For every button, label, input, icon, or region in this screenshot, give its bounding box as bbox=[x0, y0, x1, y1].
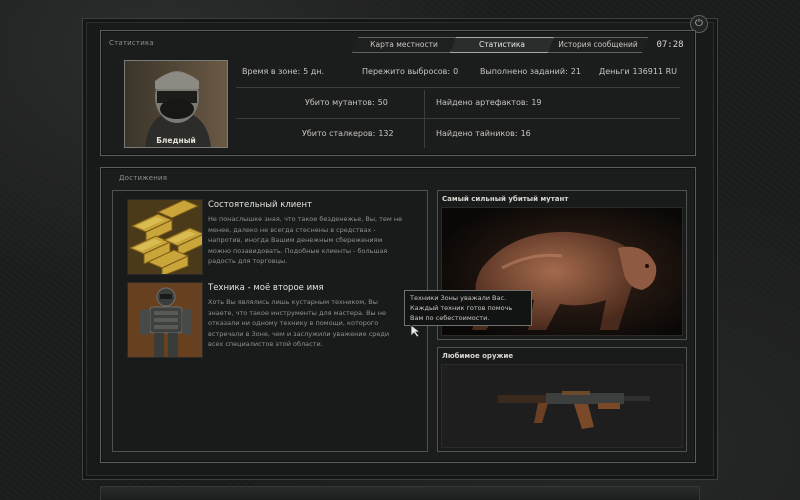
stat-tasks: Выполнено заданий: 21 bbox=[480, 67, 581, 76]
strongest-mutant-label: Самый сильный убитый мутант bbox=[442, 195, 569, 203]
gold-bars-image bbox=[127, 199, 203, 275]
stat-stalkers-killed: Убито сталкеров: 132 bbox=[302, 129, 394, 138]
favorite-weapon-label: Любимое оружие bbox=[442, 352, 514, 360]
stat-emissions: Пережито выбросов: 0 bbox=[362, 67, 459, 76]
divider bbox=[236, 87, 680, 88]
stat-time-in-zone: Время в зоне: 5 дн. bbox=[242, 67, 325, 76]
portrait-image bbox=[125, 61, 227, 147]
mouse-cursor-icon bbox=[410, 324, 422, 338]
achievements-panel-label: Достижения bbox=[119, 174, 168, 182]
tooltip-line: Вам по себестоимости. bbox=[410, 314, 490, 322]
achievement-title: Состоятельный клиент bbox=[208, 200, 313, 210]
tooltip-line: Техники Зоны уважали Вас. bbox=[410, 294, 507, 302]
divider bbox=[236, 118, 680, 119]
achievement-description: Не понаслышке зная, что такое безденежье… bbox=[208, 215, 403, 265]
statistics-panel-label: Статистика bbox=[109, 39, 154, 47]
stat-stashes-found: Найдено тайников: 16 bbox=[436, 129, 531, 138]
bottom-plate bbox=[100, 486, 700, 500]
tab-map[interactable]: Карта местности bbox=[352, 37, 456, 53]
stat-money: Деньги 136911 RU bbox=[599, 67, 678, 76]
player-name: Бледный bbox=[156, 136, 196, 145]
achievement-tooltip: Техники Зоны уважали Вас. Каждый техник … bbox=[404, 290, 532, 326]
tooltip-line: Каждый техник готов помочь bbox=[410, 304, 513, 312]
clock: 07:28 bbox=[656, 40, 684, 50]
tab-statistics[interactable]: Статистика bbox=[450, 37, 554, 53]
player-portrait: Бледный bbox=[124, 60, 228, 148]
weapon-image bbox=[441, 364, 683, 448]
tab-message-history[interactable]: История сообщений bbox=[548, 37, 648, 53]
achievement-description: Хоть Вы являлись лишь кустарным техником… bbox=[208, 298, 390, 348]
stat-artifacts-found: Найдено артефактов: 19 bbox=[436, 98, 542, 107]
stat-mutants-killed: Убито мутантов: 50 bbox=[305, 98, 388, 107]
achievement-title: Техника - моё второе имя bbox=[208, 283, 324, 293]
divider bbox=[424, 90, 425, 148]
exoskeleton-suit-image bbox=[127, 282, 203, 358]
